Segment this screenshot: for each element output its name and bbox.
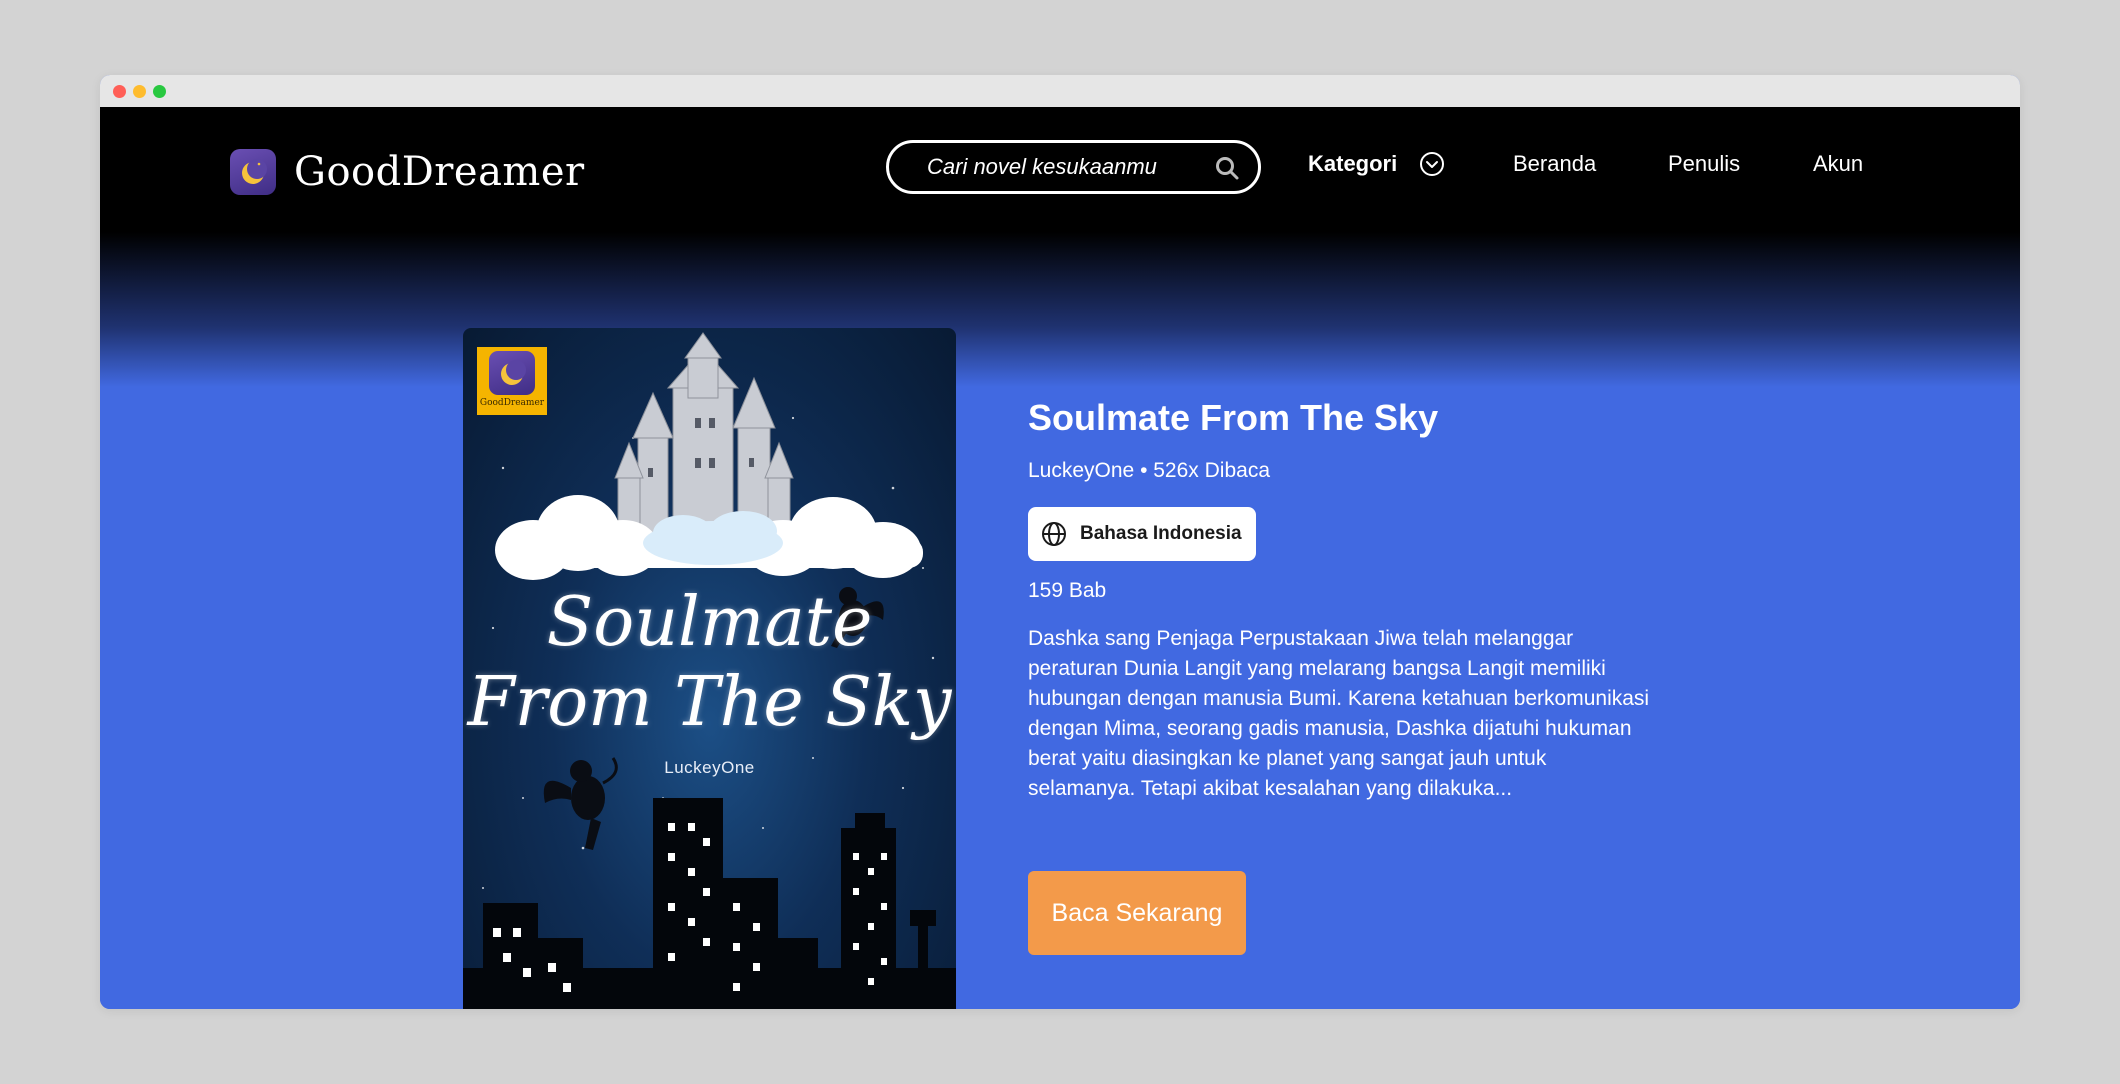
book-meta: LuckeyOne • 526x Dibaca: [1028, 459, 1270, 482]
nav-akun[interactable]: Akun: [1813, 151, 1863, 177]
language-badge: Bahasa Indonesia: [1028, 507, 1256, 561]
site-logo[interactable]: GoodDreamer: [230, 149, 585, 195]
minimize-window-icon[interactable]: [133, 85, 146, 98]
nav-penulis[interactable]: Penulis: [1668, 151, 1740, 177]
search-input[interactable]: [925, 153, 1185, 181]
page: GoodDreamer Kategori Beranda Penulis Aku…: [100, 107, 2020, 1009]
chapter-count: 159 Bab: [1028, 579, 1107, 602]
nav-beranda[interactable]: Beranda: [1513, 151, 1596, 177]
moon-logo-icon: [230, 149, 276, 195]
language-label: Bahasa Indonesia: [1080, 523, 1242, 544]
read-now-button[interactable]: Baca Sekarang: [1028, 871, 1246, 955]
site-logo-text: GoodDreamer: [294, 149, 585, 195]
close-window-icon[interactable]: [113, 85, 126, 98]
cover-badge-text: GoodDreamer: [479, 398, 545, 408]
book-cover[interactable]: GoodDreamer Soulmate From The Sky Luckey…: [463, 328, 956, 1009]
book-synopsis: Dashka sang Penjaga Perpustakaan Jiwa te…: [1028, 627, 1650, 800]
search-icon[interactable]: [1214, 155, 1240, 181]
cover-title-line1: Soulmate: [546, 583, 873, 662]
cover-title: Soulmate From The Sky: [463, 583, 956, 743]
book-title: Soulmate From The Sky: [1028, 397, 1439, 438]
maximize-window-icon[interactable]: [153, 85, 166, 98]
browser-window: GoodDreamer Kategori Beranda Penulis Aku…: [100, 75, 2020, 1009]
cover-title-line2: From The Sky: [467, 663, 952, 742]
cover-brand-badge: GoodDreamer: [477, 347, 547, 415]
chevron-down-icon[interactable]: [1419, 151, 1445, 177]
moon-logo-icon: [489, 351, 535, 395]
globe-icon: [1042, 522, 1066, 546]
search-box[interactable]: [886, 140, 1261, 194]
cover-author: LuckeyOne: [664, 758, 755, 777]
nav-kategori[interactable]: Kategori: [1308, 151, 1397, 177]
window-titlebar: [100, 75, 2020, 107]
